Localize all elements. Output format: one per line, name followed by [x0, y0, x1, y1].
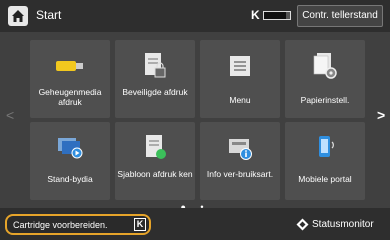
- check-counter-button[interactable]: Contr. tellerstand: [297, 5, 383, 27]
- tile-standby-slideshow[interactable]: Stand-bydia: [30, 122, 110, 200]
- home-icon: [12, 10, 24, 22]
- status-monitor-label: Statusmonitor: [312, 219, 374, 230]
- template-print-icon: [146, 135, 166, 159]
- status-monitor-icon: [296, 218, 309, 231]
- tile-label: Geheugenmedia afdruk: [38, 87, 102, 107]
- previous-page-arrow-icon[interactable]: <: [6, 107, 14, 123]
- mobile-portal-icon: [319, 136, 334, 157]
- home-button[interactable]: [8, 6, 28, 26]
- tile-paper-settings[interactable]: Papierinstell.: [285, 40, 365, 118]
- top-bar: Start K Contr. tellerstand: [0, 0, 390, 32]
- status-message-area[interactable]: Cartridge voorbereiden. K: [5, 214, 151, 235]
- slideshow-icon: [58, 138, 83, 159]
- next-page-arrow-icon[interactable]: >: [377, 107, 385, 123]
- tile-menu[interactable]: Menu: [200, 40, 280, 118]
- page-title: Start: [36, 8, 62, 22]
- menu-icon: [230, 56, 250, 76]
- paper-settings-icon: [313, 53, 337, 79]
- toner-level-bar: [263, 11, 291, 20]
- tile-template-print[interactable]: Sjabloon afdruk ken: [115, 122, 195, 200]
- toner-level-fill: [264, 12, 287, 19]
- tile-consumables-info[interactable]: Info ver-bruiksart.: [200, 122, 280, 200]
- secure-print-icon: [145, 53, 166, 78]
- tile-secure-print[interactable]: Beveiligde afdruk: [115, 40, 195, 118]
- tile-label: Beveiligde afdruk: [122, 87, 188, 97]
- tile-label: Info ver-bruiksart.: [206, 169, 274, 179]
- status-message-text: Cartridge voorbereiden.: [13, 220, 108, 230]
- toner-color-label: K: [251, 8, 260, 22]
- consumables-info-icon: [229, 139, 252, 160]
- status-bar: Cartridge voorbereiden. K Statusmonitor: [0, 208, 390, 240]
- tile-label: Sjabloon afdruk ken: [117, 169, 193, 179]
- tile-memory-media-print[interactable]: Geheugenmedia afdruk: [30, 40, 110, 118]
- home-panel: < > Geheugenmedia afdruk Beveiligde afdr…: [0, 32, 390, 212]
- status-color-indicator: K: [134, 218, 146, 231]
- status-monitor-button[interactable]: Statusmonitor: [293, 214, 385, 235]
- tile-label: Mobiele portal: [298, 174, 352, 184]
- tile-label: Stand-bydia: [47, 174, 93, 184]
- tile-label: Papierinstell.: [300, 95, 350, 105]
- tile-mobile-portal[interactable]: Mobiele portal: [285, 122, 365, 200]
- usb-memory-icon: [56, 61, 83, 71]
- tile-label: Menu: [229, 95, 251, 105]
